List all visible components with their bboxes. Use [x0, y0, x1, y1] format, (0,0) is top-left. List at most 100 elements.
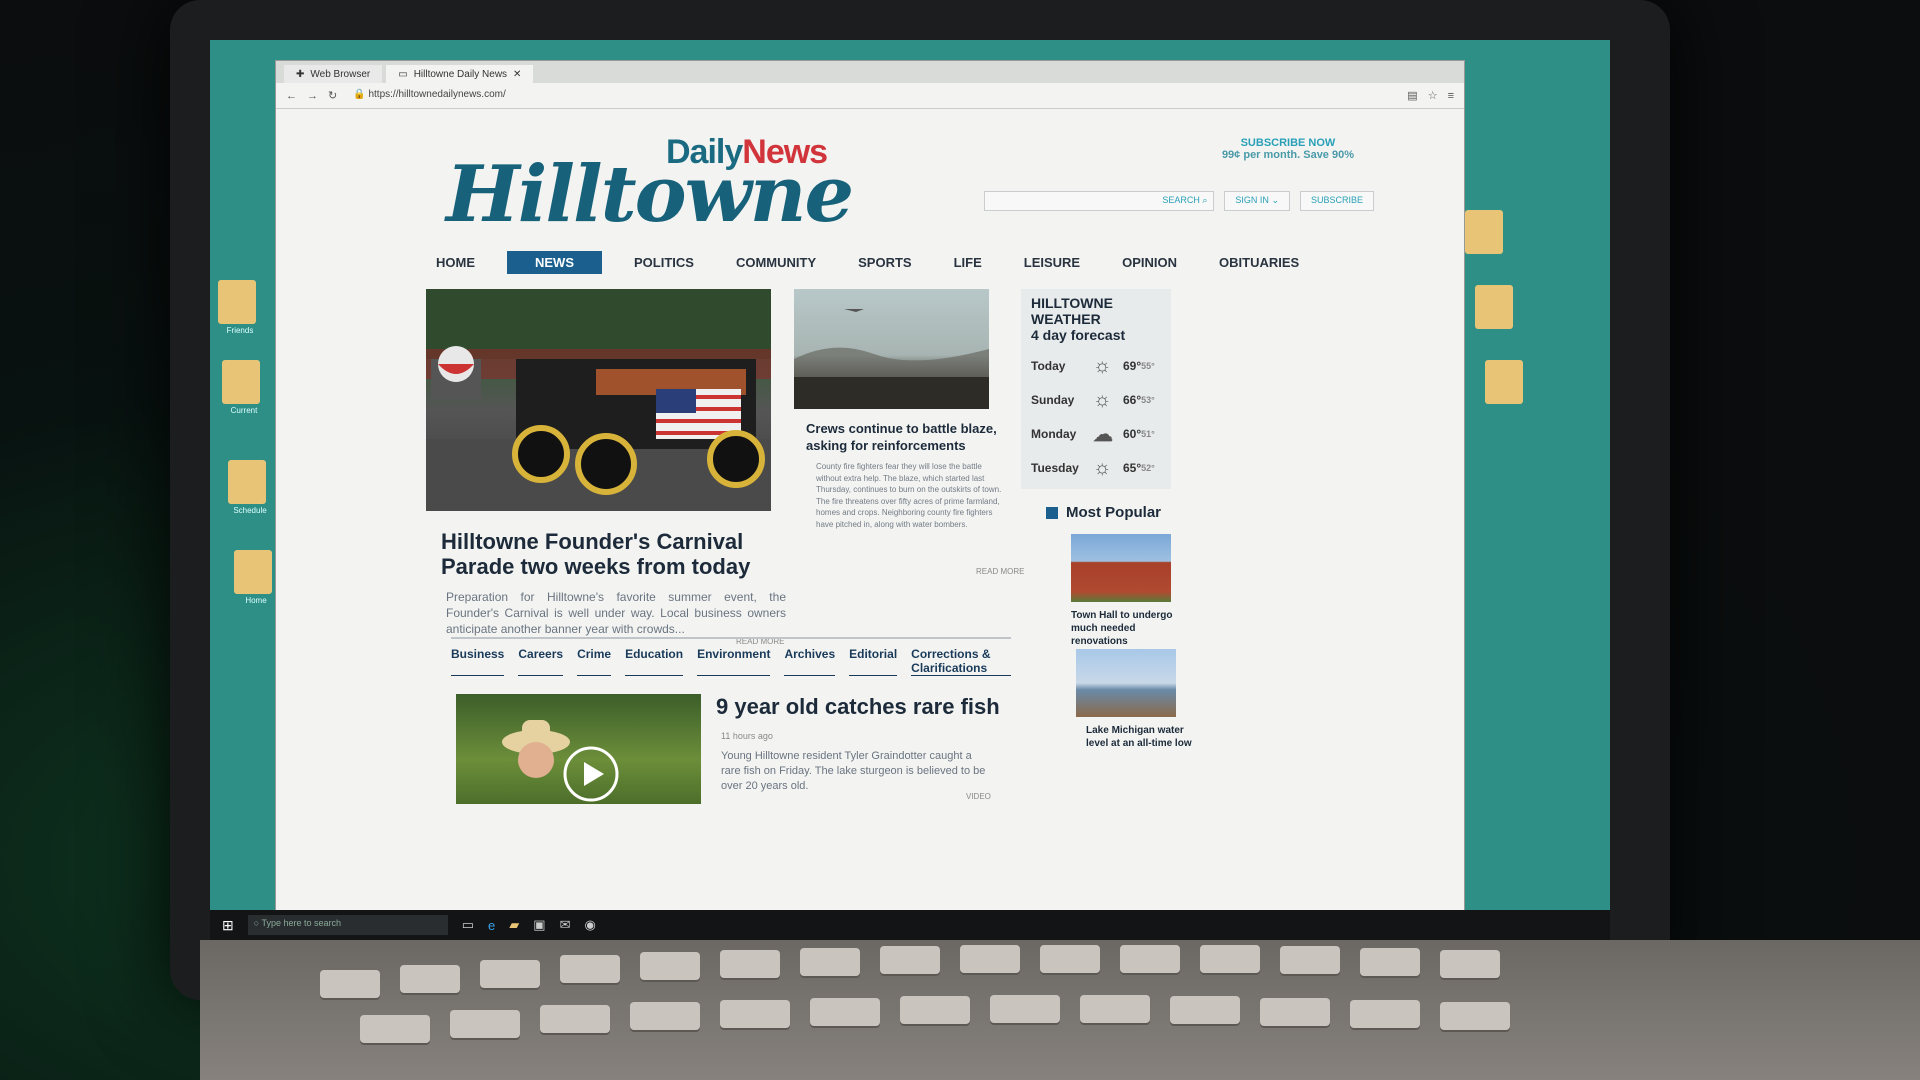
brand-hilltowne: Hilltowne — [446, 149, 854, 240]
topic-corrections[interactable]: Corrections & Clarifications — [911, 647, 1011, 676]
topic-links: Business Careers Crime Education Environ… — [451, 637, 1011, 676]
browser-toolbar: ← → ↻ 🔒 https://hilltownedailynews.com/ … — [276, 83, 1464, 109]
reading-view-icon[interactable]: ▤ — [1407, 89, 1417, 102]
weather-title: HILLTOWNE WEATHER — [1031, 295, 1113, 327]
video-badge: VIDEO — [966, 792, 991, 801]
back-icon[interactable]: ← — [286, 90, 297, 102]
fish-story-age: 11 hours ago — [721, 731, 773, 741]
sun-icon: ☼ — [1093, 456, 1112, 479]
weather-row: Today ☼ 69° 55° — [1031, 354, 1155, 377]
hero-parade-image[interactable] — [426, 289, 771, 511]
topic-archives[interactable]: Archives — [784, 647, 836, 676]
topic-crime[interactable]: Crime — [577, 647, 612, 676]
nav-leisure[interactable]: LEISURE — [1014, 251, 1090, 274]
browser-window: ✚ Web Browser ▭ Hilltowne Daily News ✕ ← → … — [275, 60, 1465, 920]
file-explorer-icon[interactable]: ▰ — [509, 917, 519, 933]
topic-education[interactable]: Education — [625, 647, 684, 676]
windows-start-icon[interactable]: ⊞ — [222, 917, 234, 934]
nav-news[interactable]: NEWS — [507, 250, 602, 274]
play-icon — [584, 762, 604, 786]
popular-item-caption[interactable]: Town Hall to undergo much needed renovat… — [1071, 609, 1191, 648]
subscribe-button[interactable]: SUBSCRIBE — [1299, 191, 1374, 211]
store-icon[interactable]: ▣ — [533, 917, 545, 933]
close-icon[interactable]: ✕ — [513, 69, 521, 80]
folder-icon — [218, 280, 256, 324]
weather-widget: HILLTOWNE WEATHER 4 day forecast Today ☼ 6… — [1021, 289, 1171, 489]
signin-button[interactable]: SIGN IN ⌄ — [1224, 191, 1290, 211]
tab-web-browser[interactable]: ✚ Web Browser — [284, 65, 383, 83]
fire-story-headline[interactable]: Crews continue to battle blaze, asking f… — [806, 421, 1006, 455]
most-popular-heading: Most Popular — [1046, 504, 1161, 521]
edge-browser-icon[interactable]: e — [488, 918, 495, 933]
section-nav: HOME NEWS POLITICS COMMUNITY SPORTS LIFE… — [426, 249, 1326, 275]
desktop-icon-friends[interactable]: Friends — [218, 280, 262, 335]
desktop-icon-home[interactable]: Home — [234, 550, 278, 605]
tab-hilltowne[interactable]: ▭ Hilltowne Daily News ✕ — [386, 65, 534, 83]
search-icon: ○ — [253, 918, 262, 928]
nav-sports[interactable]: SPORTS — [848, 251, 921, 274]
folder-icon — [234, 550, 272, 594]
web-page: DailyNews Hilltowne SUBSCRIBE NOW 99¢ pe… — [276, 109, 1464, 899]
boy-with-fish-illustration — [502, 720, 619, 802]
square-bullet-icon — [1046, 506, 1058, 519]
desktop-icon-schedule[interactable]: Schedule — [228, 460, 272, 515]
topic-business[interactable]: Business — [451, 647, 505, 676]
address-bar[interactable]: 🔒 https://hilltownedailynews.com/ — [347, 87, 1397, 105]
task-view-icon[interactable]: ▭ — [462, 917, 474, 933]
taskbar: ⊞ ○ Type here to search ▭ e ▰ ▣ ✉ ◉ — [210, 910, 1610, 940]
search-icon: ⌕ — [1202, 195, 1208, 205]
forward-icon[interactable]: → — [307, 90, 318, 102]
fire-story-image[interactable] — [794, 289, 989, 409]
nav-life[interactable]: LIFE — [944, 251, 992, 274]
refresh-icon[interactable]: ↻ — [328, 89, 337, 102]
nav-home[interactable]: HOME — [426, 251, 485, 274]
lake-image[interactable] — [1076, 649, 1176, 717]
lock-icon: 🔒 — [353, 88, 369, 100]
fish-story-headline[interactable]: 9 year old catches rare fish — [716, 694, 1000, 720]
favorites-icon[interactable]: ☆ — [1428, 89, 1438, 102]
sun-icon: ☼ — [1093, 388, 1112, 411]
folder-icon — [1465, 210, 1503, 254]
search-row: SEARCH ⌕ SIGN IN ⌄ SUBSCRIBE — [984, 191, 1374, 211]
subscribe-promo[interactable]: SUBSCRIBE NOW 99¢ per month. Save 90% — [1222, 137, 1354, 161]
fire-read-more-link[interactable]: READ MORE — [976, 567, 1024, 576]
hub-icon[interactable]: ≡ — [1448, 90, 1454, 102]
taskbar-search-input[interactable]: ○ Type here to search — [247, 915, 448, 935]
folder-icon — [1475, 285, 1513, 329]
nav-politics[interactable]: POLITICS — [624, 251, 704, 274]
topic-careers[interactable]: Careers — [518, 647, 564, 676]
town-hall-image[interactable] — [1071, 534, 1171, 602]
hero-summary: Preparation for Hilltowne's favorite sum… — [446, 590, 786, 637]
desktop-icon-right-1[interactable] — [1465, 210, 1509, 260]
weather-row: Monday ☁ 60° 51° — [1031, 423, 1155, 446]
weather-subtitle: 4 day forecast — [1031, 327, 1126, 343]
chevron-down-icon: ⌄ — [1271, 195, 1279, 205]
nav-opinion[interactable]: OPINION — [1112, 251, 1187, 274]
popular-item-caption[interactable]: Lake Michigan water level at an all-time… — [1086, 724, 1206, 750]
parade-car-illustration — [426, 289, 771, 511]
sun-icon: ☼ — [1093, 354, 1112, 377]
folder-icon — [228, 460, 266, 504]
fish-story-video[interactable] — [456, 694, 701, 804]
fire-story-summary: County fire fighters fear they will lose… — [816, 462, 1002, 529]
nav-obituaries[interactable]: OBITUARIES — [1209, 251, 1309, 274]
search-input[interactable]: SEARCH ⌕ — [984, 191, 1215, 211]
nav-community[interactable]: COMMUNITY — [726, 251, 826, 274]
desktop-icon-current[interactable]: Current — [222, 360, 266, 415]
fish-story-summary: Young Hilltowne resident Tyler Graindott… — [721, 750, 986, 792]
mail-icon[interactable]: ✉ — [560, 917, 571, 933]
page-icon: ▭ — [398, 68, 408, 80]
folder-icon — [222, 360, 260, 404]
desktop-icon-right-2[interactable] — [1475, 285, 1519, 335]
laptop-keyboard — [200, 940, 1920, 1080]
topic-environment[interactable]: Environment — [697, 647, 771, 676]
hero-headline[interactable]: Hilltowne Founder's Carnival Parade two … — [441, 529, 791, 580]
weather-row: Sunday ☼ 66° 53° — [1031, 388, 1155, 411]
masthead-logo[interactable]: DailyNews Hilltowne — [446, 129, 866, 240]
browser-icon: ✚ — [296, 68, 305, 80]
desktop-icon-right-3[interactable] — [1485, 360, 1529, 410]
topic-editorial[interactable]: Editorial — [849, 647, 898, 676]
screen: Friends Current Schedule Home ✚ Web Brows… — [210, 40, 1610, 940]
app-icon[interactable]: ◉ — [584, 917, 595, 933]
scene: Friends Current Schedule Home ✚ Web Brows… — [0, 0, 1920, 1080]
